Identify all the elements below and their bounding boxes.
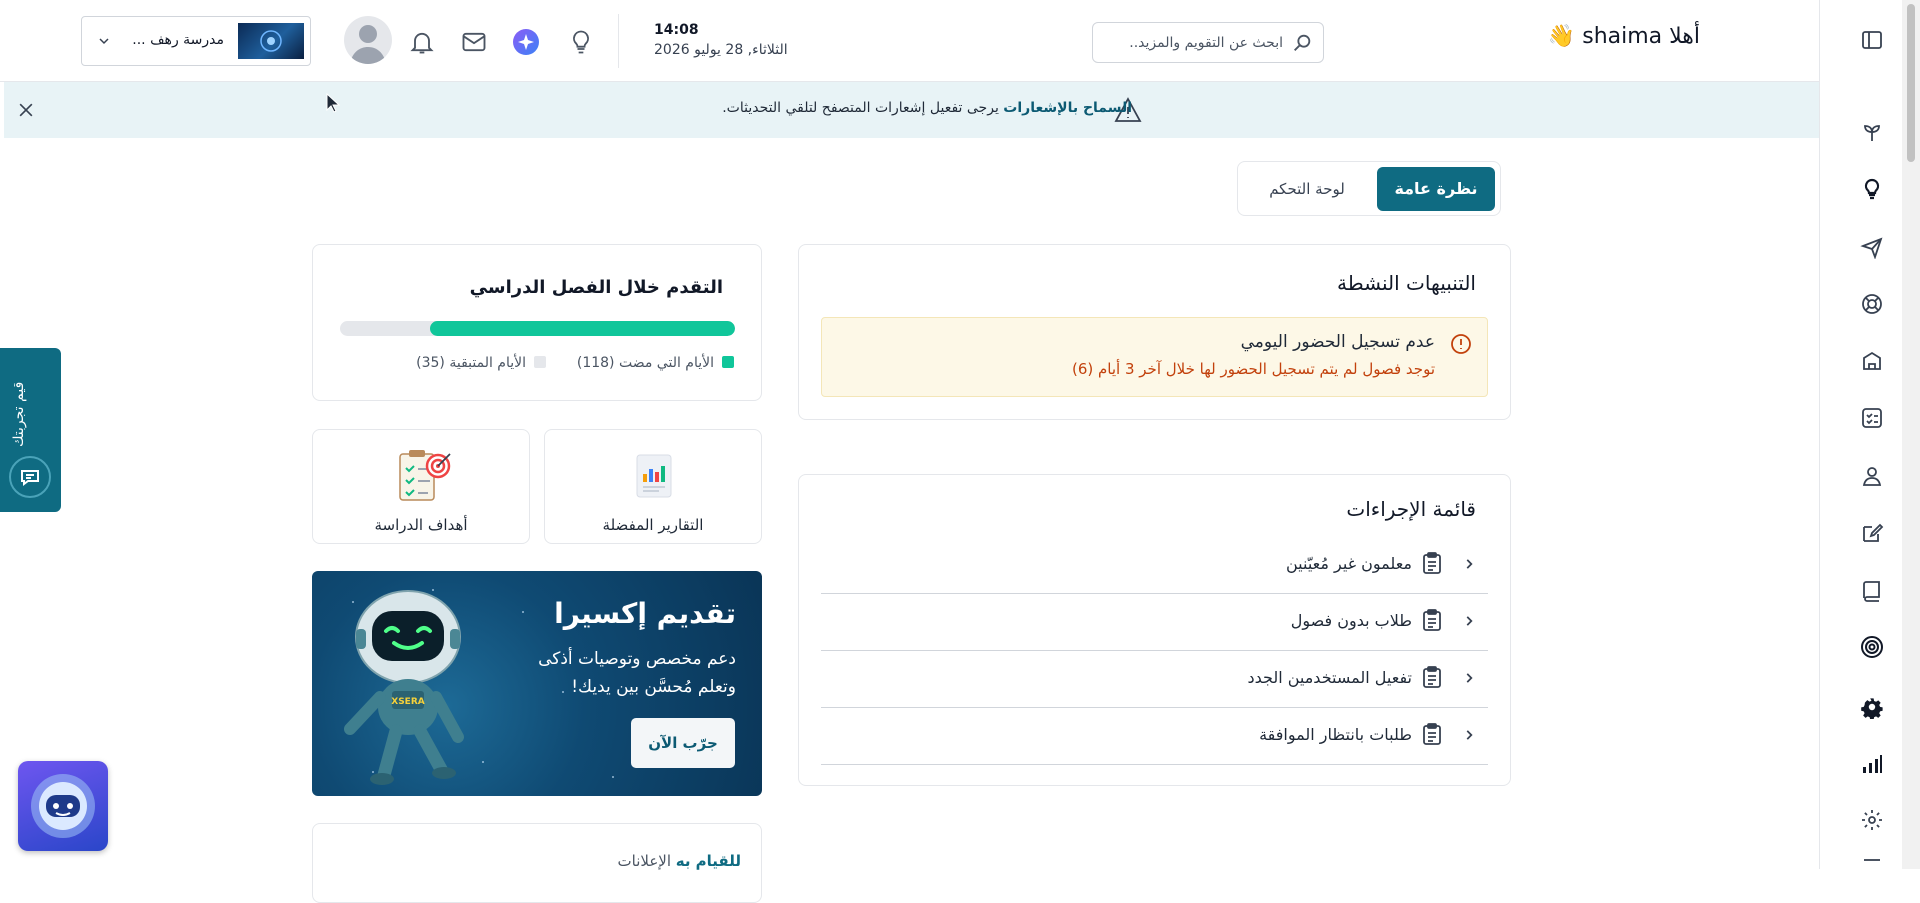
tab-todo[interactable]: للقيام به bbox=[676, 852, 741, 870]
clock-date: الثلاثاء, 28 يوليو 2026 bbox=[654, 42, 788, 58]
more-icon[interactable] bbox=[1860, 858, 1884, 882]
xsera-promo-banner: XSERA تقديم إكسيرا دعم مخصص وتوصيات أذكى… bbox=[312, 571, 762, 796]
bulb-icon[interactable] bbox=[1860, 177, 1884, 201]
alert-text: توجد فصول لم يتم تسجيل الحضور لها خلال آ… bbox=[1071, 360, 1435, 378]
chevron-left-icon bbox=[1462, 557, 1476, 571]
progress-title: التقدم خلال الفصل الدراسي bbox=[469, 277, 723, 298]
view-tabs: نظرة عامة لوحة التحكم bbox=[1237, 161, 1501, 216]
notification-banner: السماح بالإشعارات يرجى تفعيل إشعارات الم… bbox=[4, 82, 1819, 138]
action-label: طلبات بانتظار الموافقة bbox=[1259, 725, 1412, 744]
legend-elapsed: الأيام التي مضت (118) bbox=[577, 355, 734, 371]
legend-swatch-elapsed bbox=[722, 356, 734, 368]
chevron-left-icon bbox=[1462, 728, 1476, 742]
bulb-icon[interactable] bbox=[567, 28, 595, 56]
search-input[interactable] bbox=[1103, 31, 1285, 55]
edit-icon[interactable] bbox=[1860, 521, 1884, 545]
gear-icon[interactable] bbox=[1860, 695, 1884, 719]
clipboard-icon bbox=[1422, 723, 1442, 745]
legend-remaining-label: الأيام المتبقية (35) bbox=[416, 355, 526, 371]
action-label: معلمون غير مُعيّنين bbox=[1286, 554, 1412, 573]
feedback-tab[interactable]: قيم تجربتك bbox=[0, 348, 61, 512]
legend-elapsed-label: الأيام التي مضت (118) bbox=[576, 355, 714, 371]
top-header: أهلا shaima 👋 14:08 الثلاثاء, 28 يوليو 2… bbox=[0, 0, 1819, 82]
banner-text: يرجى تفعيل إشعارات المتصفح لتلقي التحديث… bbox=[722, 100, 999, 116]
goals-icon bbox=[392, 446, 454, 506]
actions-list-card: قائمة الإجراءات معلمون غير مُعيّنين طلاب… bbox=[798, 474, 1511, 786]
action-item-pending-requests[interactable]: طلبات بانتظار الموافقة bbox=[821, 708, 1488, 765]
bar-chart-icon[interactable] bbox=[1860, 752, 1884, 776]
checklist-icon[interactable] bbox=[1860, 406, 1884, 430]
settings-icon[interactable] bbox=[1860, 808, 1884, 832]
user-icon[interactable] bbox=[1860, 464, 1884, 488]
mail-icon[interactable] bbox=[460, 28, 488, 56]
school-logo bbox=[238, 23, 304, 59]
todo-announcements-card: للقيام به الإعلانات bbox=[312, 823, 762, 903]
robot-badge-text: XSERA bbox=[391, 697, 424, 707]
tab-overview[interactable]: نظرة عامة bbox=[1377, 167, 1495, 211]
banner-link[interactable]: السماح بالإشعارات bbox=[1003, 100, 1132, 116]
greeting-text: أهلا shaima 👋 bbox=[1547, 24, 1700, 49]
study-goals-tile[interactable]: أهداف الدراسة bbox=[312, 429, 530, 544]
action-item-students-without-classes[interactable]: طلاب بدون فصول bbox=[821, 594, 1488, 651]
clipboard-icon bbox=[1422, 552, 1442, 574]
progress-fill bbox=[430, 321, 735, 336]
school-selector[interactable]: مدرسة رهف ... bbox=[81, 16, 311, 66]
reports-label: التقارير المفضلة bbox=[602, 516, 704, 534]
action-label: طلاب بدون فصول bbox=[1290, 611, 1412, 630]
school-name: مدرسة رهف ... bbox=[132, 32, 224, 48]
action-label: تفعيل المستخدمين الجدد bbox=[1247, 668, 1412, 687]
legend-swatch-remaining bbox=[534, 356, 546, 368]
reports-icon bbox=[634, 452, 674, 500]
avatar[interactable] bbox=[344, 16, 392, 64]
chevron-left-icon bbox=[1462, 614, 1476, 628]
ai-assistant-icon[interactable] bbox=[512, 28, 540, 56]
semester-progress-card: التقدم خلال الفصل الدراسي الأيام التي مض… bbox=[312, 244, 762, 401]
action-item-unassigned-teachers[interactable]: معلمون غير مُعيّنين bbox=[821, 537, 1488, 594]
search-icon[interactable] bbox=[1291, 32, 1313, 54]
progress-track bbox=[340, 321, 735, 336]
attendance-alert[interactable]: عدم تسجيل الحضور اليومي توجد فصول لم يتم… bbox=[821, 317, 1488, 397]
favorite-reports-tile[interactable]: التقارير المفضلة bbox=[544, 429, 762, 544]
alerts-title: التنبيهات النشطة bbox=[1337, 271, 1476, 295]
promo-title: تقديم إكسيرا bbox=[554, 597, 736, 630]
robot-illustration: XSERA bbox=[332, 579, 484, 791]
page-scrollbar[interactable] bbox=[1902, 0, 1920, 869]
target-icon[interactable] bbox=[1860, 635, 1884, 659]
legend-remaining: الأيام المتبقية (35) bbox=[416, 355, 546, 371]
mouse-cursor-icon bbox=[326, 93, 340, 113]
tab-announcements[interactable]: الإعلانات bbox=[618, 852, 672, 870]
chatbot-button[interactable] bbox=[18, 761, 108, 851]
book-icon[interactable] bbox=[1860, 579, 1884, 603]
banner-message: السماح بالإشعارات يرجى تفعيل إشعارات الم… bbox=[722, 100, 1132, 116]
goals-label: أهداف الدراسة bbox=[374, 516, 468, 534]
alert-circle-icon bbox=[1449, 332, 1473, 356]
paper-plane-icon[interactable] bbox=[1860, 235, 1884, 259]
actions-title: قائمة الإجراءات bbox=[1346, 497, 1476, 521]
tab-dashboard[interactable]: لوحة التحكم bbox=[1252, 167, 1362, 211]
chatbot-icon bbox=[31, 774, 95, 838]
action-item-activate-new-users[interactable]: تفعيل المستخدمين الجدد bbox=[821, 651, 1488, 708]
scrollbar-thumb[interactable] bbox=[1907, 4, 1915, 162]
lifebuoy-icon[interactable] bbox=[1860, 292, 1884, 316]
clipboard-icon bbox=[1422, 609, 1442, 631]
chat-icon bbox=[9, 456, 51, 498]
building-icon[interactable] bbox=[1860, 349, 1884, 373]
clock-time: 14:08 bbox=[654, 22, 699, 38]
bell-icon[interactable] bbox=[408, 28, 436, 56]
search-box[interactable] bbox=[1092, 22, 1324, 63]
chevron-down-icon[interactable] bbox=[96, 33, 112, 49]
clipboard-icon bbox=[1422, 666, 1442, 688]
try-now-button[interactable]: جرّب الآن bbox=[631, 718, 735, 768]
close-icon[interactable] bbox=[16, 100, 36, 120]
sidebar-toggle-icon[interactable] bbox=[1860, 28, 1884, 52]
chevron-left-icon bbox=[1462, 671, 1476, 685]
header-divider bbox=[618, 14, 619, 68]
feedback-label: قيم تجربتك bbox=[11, 381, 27, 447]
alert-title: عدم تسجيل الحضور اليومي bbox=[1240, 332, 1435, 352]
sprout-icon[interactable] bbox=[1860, 120, 1884, 144]
promo-text: دعم مخصص وتوصيات أذكى وتعلم مُحسَّن بين … bbox=[538, 649, 736, 697]
active-alerts-card: التنبيهات النشطة عدم تسجيل الحضور اليومي… bbox=[798, 244, 1511, 420]
